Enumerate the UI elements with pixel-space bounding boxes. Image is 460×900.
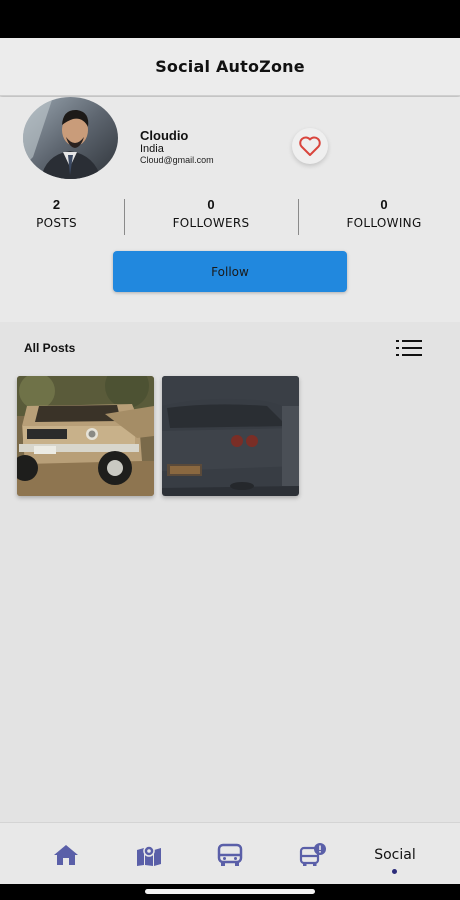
- posts-title: All Posts: [24, 341, 76, 355]
- post-thumbnail[interactable]: [17, 376, 154, 496]
- stat-value: 2: [52, 197, 61, 212]
- stat-value: 0: [207, 197, 215, 212]
- list-view-icon: [396, 340, 422, 356]
- nav-map[interactable]: [133, 841, 165, 869]
- profile-name: Cloudio: [140, 128, 189, 143]
- status-bar: [0, 0, 460, 38]
- list-view-button[interactable]: [396, 339, 422, 357]
- bus-alert-icon: [299, 843, 326, 866]
- active-indicator: [392, 869, 397, 874]
- stat-followers[interactable]: 0 FOLLOWERS: [155, 197, 267, 230]
- nav-social[interactable]: Social: [370, 841, 420, 869]
- page-title: Social AutoZone: [155, 57, 305, 76]
- avatar[interactable]: [23, 97, 118, 179]
- posts-section: All Posts: [0, 322, 460, 822]
- like-button[interactable]: [292, 128, 328, 164]
- stat-label: POSTS: [36, 216, 77, 230]
- profile-country: India: [140, 143, 164, 155]
- profile-photo: [23, 97, 118, 179]
- app-header: Social AutoZone: [0, 38, 460, 96]
- profile-stats: 2 POSTS 0 FOLLOWERS 0 FOLLOWING: [0, 197, 460, 237]
- follow-button[interactable]: Follow: [113, 251, 347, 292]
- post-thumbnail[interactable]: [162, 376, 299, 496]
- stat-label: FOLLOWING: [346, 216, 422, 230]
- vintage-pickup-truck-photo: [17, 376, 154, 496]
- stat-divider: [298, 199, 299, 235]
- system-gesture-bar: [0, 884, 460, 900]
- nav-bus[interactable]: [214, 841, 246, 869]
- profile-section: Cloudio India Cloud@gmail.com 2 POSTS 0 …: [0, 97, 460, 322]
- stat-posts[interactable]: 2 POSTS: [20, 197, 93, 230]
- nav-home[interactable]: [50, 841, 82, 869]
- nav-social-label: Social: [374, 847, 416, 863]
- nav-bus-alert[interactable]: [297, 841, 329, 869]
- sports-car-rear-photo: [162, 376, 299, 496]
- stat-label: FOLLOWERS: [172, 216, 250, 230]
- stat-following[interactable]: 0 FOLLOWING: [330, 197, 438, 230]
- home-icon: [54, 845, 78, 865]
- bottom-nav: Social: [0, 822, 460, 884]
- map-icon: [137, 845, 161, 866]
- bus-icon: [217, 843, 243, 866]
- profile-email: Cloud@gmail.com: [140, 155, 214, 165]
- heart-outline-icon: [299, 136, 321, 156]
- stat-value: 0: [380, 197, 388, 212]
- home-indicator[interactable]: [145, 889, 315, 894]
- stat-divider: [124, 199, 125, 235]
